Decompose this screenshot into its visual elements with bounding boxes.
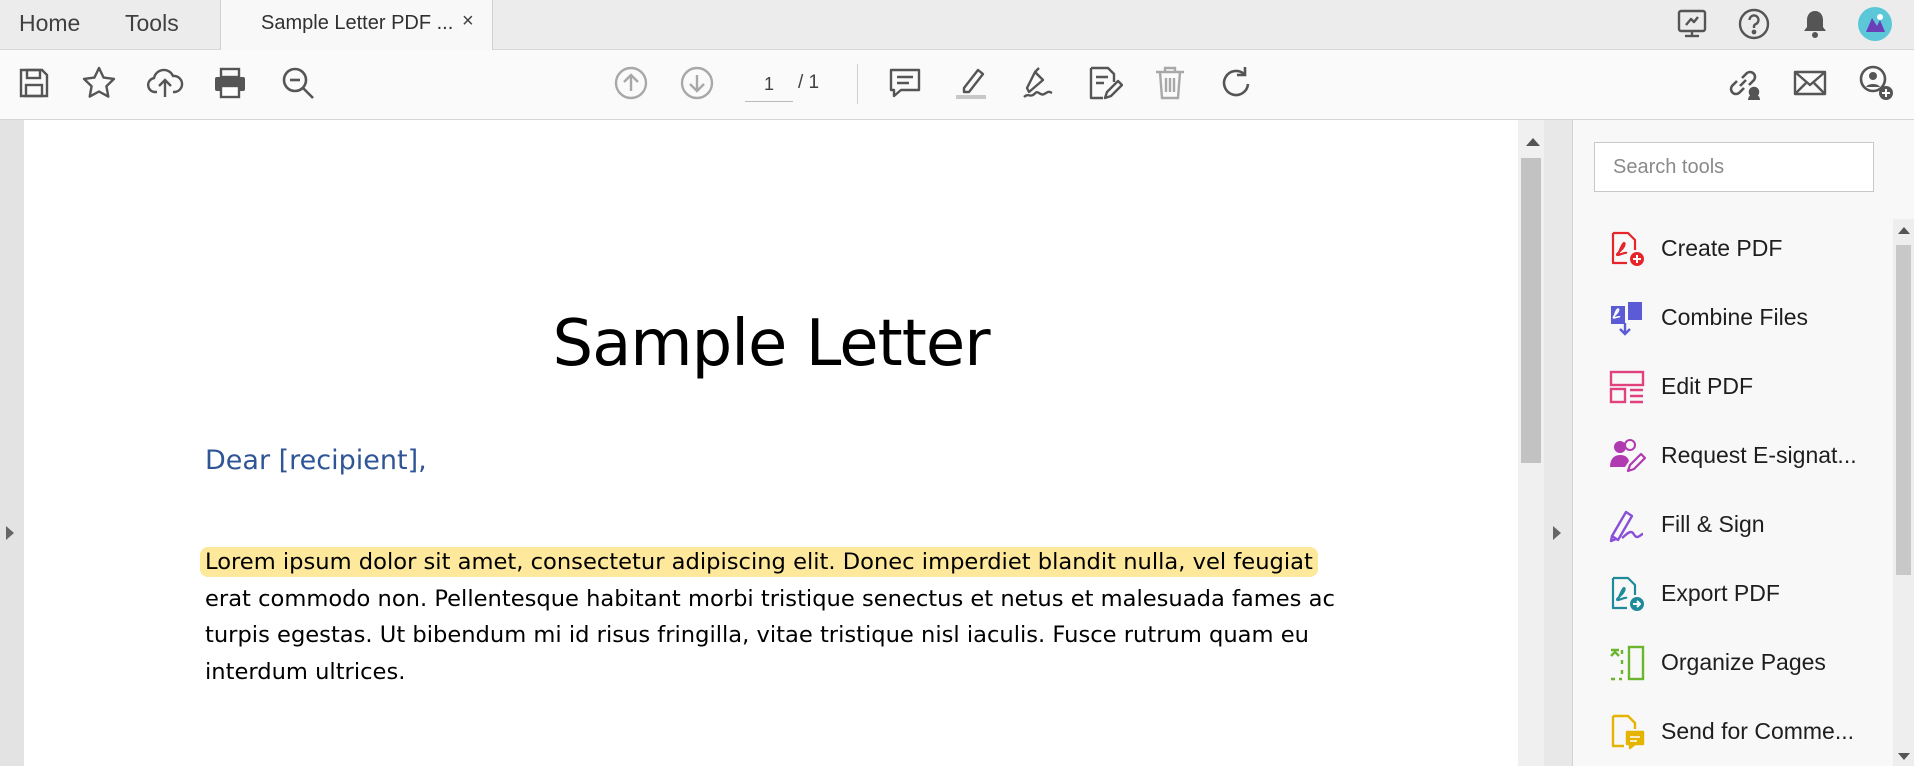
close-tab-icon[interactable]: × — [462, 10, 474, 33]
body-line-1: Lorem ipsum dolor sit amet, consectetur … — [200, 544, 1405, 581]
letter-body: Lorem ipsum dolor sit amet, consectetur … — [200, 544, 1405, 690]
help-icon[interactable] — [1736, 6, 1772, 42]
create-pdf-icon — [1608, 230, 1646, 268]
tool-edit-pdf[interactable]: Edit PDF — [1573, 355, 1888, 419]
toolbar-divider — [857, 64, 858, 104]
left-panel-toggle[interactable] — [0, 120, 24, 766]
cloud-upload-icon[interactable] — [146, 64, 184, 102]
tool-label: Send for Comme... — [1661, 718, 1855, 744]
scrollbar-thumb[interactable] — [1896, 245, 1911, 575]
tools-scrollbar[interactable] — [1893, 219, 1914, 766]
tool-label: Organize Pages — [1661, 649, 1826, 675]
save-icon[interactable] — [15, 64, 53, 102]
body-line-2: erat commodo non. Pellentesque habitant … — [205, 585, 1335, 612]
scroll-down-arrow-icon[interactable] — [1898, 753, 1910, 760]
star-icon[interactable] — [80, 64, 118, 102]
next-page-icon[interactable] — [678, 64, 716, 102]
scrollbar-thumb[interactable] — [1521, 158, 1541, 463]
tool-label: Export PDF — [1661, 580, 1780, 606]
tool-label: Edit PDF — [1661, 373, 1754, 399]
add-user-icon[interactable] — [1857, 64, 1895, 102]
request-esign-icon — [1608, 437, 1647, 475]
scroll-up-arrow-icon[interactable] — [1898, 227, 1910, 234]
search-tools-input[interactable] — [1594, 142, 1874, 192]
body-line-3: turpis egestas. Ut bibendum mi id risus … — [205, 622, 1309, 648]
collapse-tools-pane-icon[interactable] — [1553, 526, 1561, 540]
edit-text-icon[interactable] — [1085, 64, 1124, 102]
tab-tools[interactable]: Tools — [125, 0, 179, 49]
tools-pane: Create PDF Combine Files Edit PDF Reques… — [1573, 120, 1914, 766]
page-total: / 1 — [798, 72, 820, 93]
tool-organize-pages[interactable]: Organize Pages — [1573, 631, 1888, 695]
toolbar: / 1 — [0, 50, 1914, 120]
highlight-annotation[interactable]: Lorem ipsum dolor sit amet, consectetur … — [200, 547, 1318, 577]
tab-document[interactable]: Sample Letter PDF ... × — [220, 0, 493, 50]
tab-bar: Home Tools Sample Letter PDF ... × — [0, 0, 1914, 50]
scroll-up-arrow-icon[interactable] — [1526, 138, 1540, 146]
bell-icon[interactable] — [1797, 6, 1833, 42]
tool-export-pdf[interactable]: Export PDF — [1573, 562, 1888, 626]
export-pdf-icon — [1608, 575, 1646, 613]
tool-fill-and-sign[interactable]: Fill & Sign — [1573, 493, 1888, 557]
expand-left-panel-icon[interactable] — [6, 526, 14, 540]
pdf-page: Sample Letter Dear [recipient], Lorem ip… — [24, 120, 1518, 766]
letter-greeting: Dear [recipient], — [205, 445, 427, 476]
tool-label: Create PDF — [1661, 235, 1783, 261]
tools-pane-toggle[interactable] — [1544, 120, 1573, 766]
document-scrollbar[interactable] — [1518, 120, 1544, 766]
tool-label: Request E-signat... — [1661, 442, 1857, 468]
tab-home[interactable]: Home — [19, 0, 80, 49]
email-icon[interactable] — [1791, 64, 1829, 102]
organize-pages-icon — [1608, 644, 1646, 682]
rotate-icon[interactable] — [1217, 64, 1255, 102]
tool-request-esignatures[interactable]: Request E-signat... — [1573, 424, 1888, 488]
delete-icon[interactable] — [1151, 64, 1189, 102]
page-number-input[interactable] — [745, 67, 793, 102]
zoom-search-icon[interactable] — [279, 64, 317, 102]
document-title: Sample Letter — [552, 307, 990, 381]
tool-create-pdf[interactable]: Create PDF — [1573, 217, 1888, 281]
previous-page-icon[interactable] — [612, 64, 650, 102]
share-link-icon[interactable] — [1724, 64, 1762, 102]
fill-sign-icon — [1608, 506, 1646, 544]
tool-label: Combine Files — [1661, 304, 1808, 330]
comment-icon[interactable] — [886, 64, 924, 102]
body-line-4: interdum ultrices. — [205, 658, 406, 685]
combine-files-icon — [1608, 299, 1646, 337]
document-tab-label: Sample Letter PDF ... — [261, 12, 454, 34]
edit-pdf-icon — [1608, 368, 1646, 406]
tool-label: Fill & Sign — [1661, 511, 1765, 537]
highlight-icon[interactable] — [952, 64, 990, 102]
tool-send-for-comments[interactable]: Send for Comme... — [1573, 700, 1888, 764]
tool-combine-files[interactable]: Combine Files — [1573, 286, 1888, 350]
send-for-comment-icon — [1608, 713, 1646, 751]
print-icon[interactable] — [211, 64, 249, 102]
user-avatar[interactable] — [1857, 6, 1893, 42]
sign-icon[interactable] — [1019, 64, 1057, 102]
share-screen-icon[interactable] — [1674, 6, 1710, 42]
